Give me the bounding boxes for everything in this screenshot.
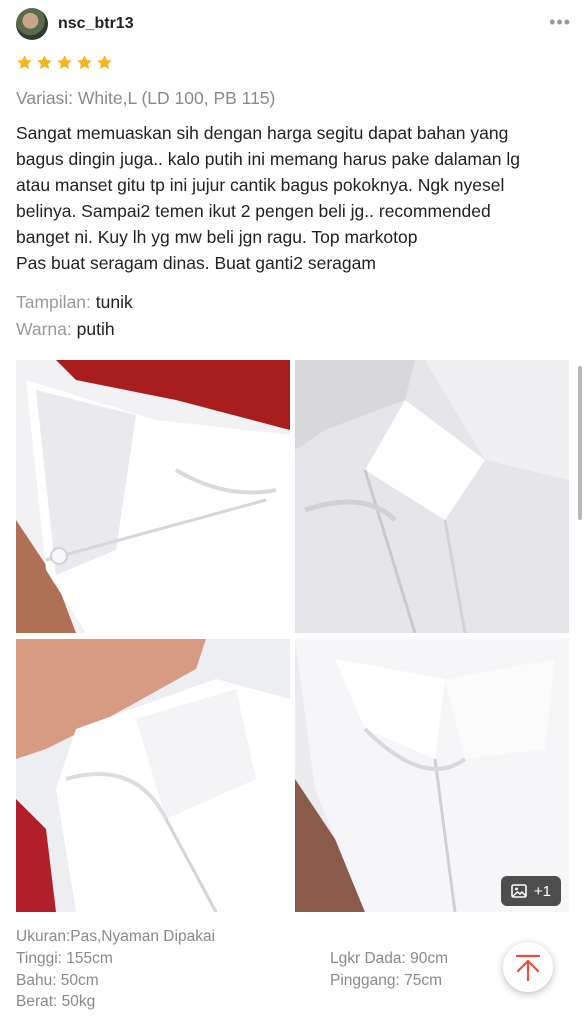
image-icon: [511, 884, 527, 898]
username[interactable]: nsc_btr13: [58, 15, 134, 33]
attribute-value: putih: [76, 319, 115, 339]
spec-bahu: Bahu: 50cm: [16, 972, 99, 989]
review-photo-grid: +1: [16, 360, 569, 912]
review-text-line: bagus dingin juga.. kalo putih ini meman…: [16, 149, 520, 169]
more-dots-icon[interactable]: •••: [549, 12, 571, 33]
spec-tinggi: Tinggi: 155cm: [16, 950, 113, 967]
spec-lingkar-dada: Lgkr Dada: 90cm: [330, 950, 449, 967]
review-photo[interactable]: [295, 360, 569, 633]
review-photo[interactable]: +1: [295, 639, 569, 912]
review-text-line: Sangat memuaskan sih dengan harga segitu…: [16, 123, 509, 143]
more-photos-badge[interactable]: +1: [500, 876, 561, 906]
star-icon: [17, 55, 32, 70]
arrow-up-icon: [515, 954, 541, 982]
spec-pinggang: Pinggang: 75cm: [330, 972, 443, 989]
back-to-top-button[interactable]: [503, 942, 553, 992]
star-icon: [57, 55, 72, 70]
attribute-label: Tampilan:: [16, 292, 91, 312]
review-photo[interactable]: [16, 360, 290, 633]
more-photos-count: +1: [533, 882, 551, 900]
review-text: Sangat memuaskan sih dengan harga segitu…: [16, 120, 571, 276]
star-icon: [37, 55, 52, 70]
review-header: nsc_btr13 •••: [16, 8, 571, 42]
star-rating: [16, 54, 113, 74]
spec-berat: Berat: 50kg: [16, 993, 96, 1010]
star-icon: [77, 55, 92, 70]
review-text-line: Pas buat seragam dinas. Buat ganti2 sera…: [16, 253, 376, 273]
attribute-label: Warna:: [16, 319, 72, 339]
scrollbar[interactable]: [578, 366, 582, 520]
review-photo[interactable]: [16, 639, 290, 912]
spec-ukuran: Ukuran:Pas,Nyaman Dipakai: [16, 928, 216, 945]
review-text-line: atau manset gitu tp ini jujur cantik bag…: [16, 175, 505, 195]
attribute-warna: Warna: putih: [16, 319, 115, 340]
variant-label: Variasi: White,L (LD 100, PB 115): [16, 88, 276, 108]
review-text-line: banget ni. Kuy lh yg mw beli jgn ragu. T…: [16, 227, 418, 247]
avatar[interactable]: [16, 8, 48, 40]
attribute-value: tunik: [95, 292, 133, 312]
review-text-line: belinya. Sampai2 temen ikut 2 pengen bel…: [16, 201, 491, 221]
star-icon: [97, 55, 112, 70]
attribute-tampilan: Tampilan: tunik: [16, 292, 133, 313]
